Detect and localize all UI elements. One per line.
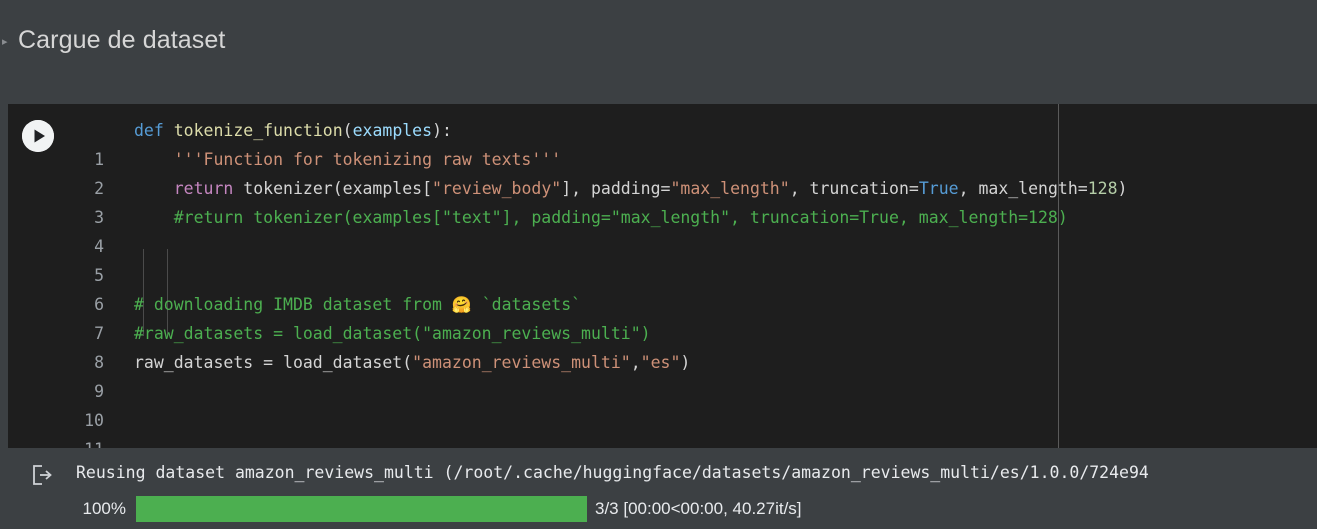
code-line-text: #raw_datasets = load_dataset("amazon_rev… — [134, 319, 651, 348]
token-punctuation: , — [630, 353, 641, 372]
token-number: 128 — [1087, 179, 1118, 198]
code-line: 10 — [8, 377, 1317, 430]
output-message: Reusing dataset amazon_reviews_multi (/r… — [76, 463, 1149, 482]
code-line: 8 #raw_datasets = load_dataset("amazon_r… — [8, 319, 1317, 372]
collapse-triangle-icon[interactable]: ▸ — [2, 36, 14, 48]
progress-bar-track — [136, 496, 587, 522]
token-parameter: examples — [352, 121, 433, 140]
code-line: 11 — [8, 406, 1317, 448]
token-function-name: tokenize_function — [173, 121, 343, 140]
output-arrow-icon — [33, 465, 52, 485]
token-docstring: '''Function for tokenizing raw texts''' — [173, 150, 562, 169]
token-punctuation: ) — [680, 353, 691, 372]
token-plain: ], padding= — [561, 179, 671, 198]
code-line-text: raw_datasets = load_dataset("amazon_revi… — [134, 348, 690, 377]
code-line-text: #return tokenizer(examples["text"], padd… — [134, 203, 1068, 232]
token-punctuation: ): — [432, 121, 452, 140]
code-line: 9 raw_datasets = load_dataset("amazon_re… — [8, 348, 1317, 401]
cell-output: Reusing dataset amazon_reviews_multi (/r… — [8, 450, 1317, 529]
token-keyword-return: return — [173, 179, 234, 198]
hugging-face-emoji-icon: 🤗 — [451, 295, 472, 314]
progress-percent-label: 100% — [82, 499, 126, 518]
token-punctuation: ) — [1117, 179, 1128, 198]
token-keyword: def — [134, 121, 164, 140]
token-punctuation: ( — [342, 121, 353, 140]
code-line: 4 #return tokenizer(examples["text"], pa… — [8, 203, 1317, 256]
token-plain: raw_datasets = load_dataset( — [134, 353, 413, 372]
token-constant-true: True — [918, 179, 959, 198]
token-string: "es" — [640, 353, 681, 372]
page-title: Cargue de dataset — [18, 26, 226, 54]
code-editor[interactable]: 1 def tokenize_function(examples): 2 '''… — [8, 116, 1317, 448]
code-cell[interactable]: 1 def tokenize_function(examples): 2 '''… — [8, 104, 1317, 448]
token-call: tokenizer(examples[ — [243, 179, 433, 198]
token-comment: #return tokenizer(examples["text"], padd… — [173, 208, 1068, 227]
token-string: "amazon_reviews_multi" — [412, 353, 631, 372]
code-line-text: '''Function for tokenizing raw texts''' — [134, 145, 561, 174]
code-line: 3 return tokenizer(examples["review_body… — [8, 174, 1317, 227]
notebook-page: ▸ Cargue de dataset 1 def tokenize_funct… — [0, 0, 1317, 529]
token-comment: # downloading IMDB dataset from — [134, 295, 452, 314]
token-comment: #raw_datasets = load_dataset("amazon_rev… — [134, 324, 651, 343]
code-line: 7 # downloading IMDB dataset from 🤗 `dat… — [8, 290, 1317, 343]
code-line-text: def tokenize_function(examples): — [134, 116, 452, 145]
progress-stats-label: 3/3 [00:00<00:00, 40.27it/s] — [595, 499, 802, 518]
token-string: "max_length" — [670, 179, 790, 198]
token-plain: , max_length= — [958, 179, 1088, 198]
code-line-text: return tokenizer(examples["review_body"]… — [134, 174, 1128, 203]
progress-bar-row: 100% 3/3 [00:00<00:00, 40.27it/s] — [76, 494, 802, 524]
code-line: 2 '''Function for tokenizing raw texts''… — [8, 145, 1317, 198]
code-line: 5 — [8, 232, 1317, 285]
token-comment: `datasets` — [471, 295, 582, 314]
code-line: 1 def tokenize_function(examples): — [8, 116, 1317, 169]
section-header: ▸ Cargue de dataset — [0, 0, 1317, 104]
line-number: 11 — [70, 435, 104, 448]
code-line-text: # downloading IMDB dataset from 🤗 `datas… — [134, 290, 581, 319]
token-string: "review_body" — [432, 179, 562, 198]
code-line: 6 — [8, 261, 1317, 314]
token-plain: , truncation= — [789, 179, 919, 198]
progress-bar-fill — [136, 496, 587, 522]
